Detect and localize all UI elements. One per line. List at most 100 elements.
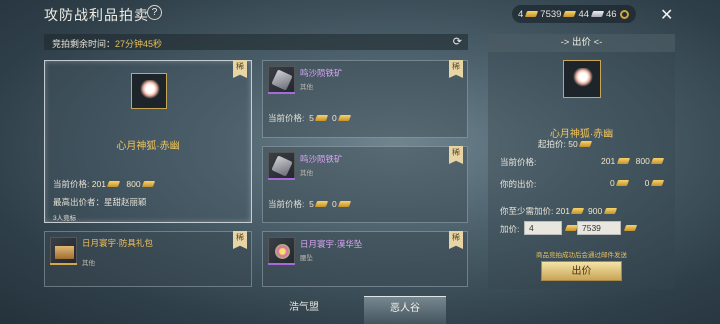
silver-coin-icon xyxy=(590,11,605,17)
gold-coin-icon xyxy=(337,115,352,121)
gold-coin-icon xyxy=(571,208,585,214)
cur-a: 201 xyxy=(601,156,616,166)
price-b: 0 xyxy=(331,199,337,209)
faction-tabs: 浩气盟 恶人谷 xyxy=(44,296,676,324)
gold-coin-icon xyxy=(141,181,156,187)
pendant-icon xyxy=(268,237,295,264)
timer-value: 27分钟45秒 xyxy=(115,39,163,49)
quality-bar xyxy=(268,92,295,94)
current-price-values: 201 800 xyxy=(601,156,665,166)
raise-silver-input[interactable]: 7539 xyxy=(577,221,621,235)
mail-delivery-note: 商品竞拍成功后会通过邮件发送 xyxy=(536,252,627,259)
quality-bar xyxy=(268,263,295,265)
gold-coin-icon xyxy=(603,208,617,214)
rarity-badge: 稀 xyxy=(449,231,463,249)
your-a: 0 xyxy=(610,178,615,188)
fox-pet-icon xyxy=(131,73,167,109)
timer-label: 竞拍剩余时间： xyxy=(52,39,116,49)
your-bid-values: 0 0 xyxy=(610,178,664,188)
gold-coin-icon xyxy=(616,158,630,164)
currency-b: 7539 xyxy=(540,8,562,20)
top-bidder: 最高出价者：星甜赵丽颖 xyxy=(53,197,147,207)
item-name: 日月寰宇·漠华坠 xyxy=(300,239,363,249)
gold-coin-icon xyxy=(579,141,593,147)
your-b: 0 xyxy=(644,178,650,188)
page-title: 攻防战利品拍卖 xyxy=(44,7,149,23)
raise-label: 加价: xyxy=(500,224,520,234)
min-a: 201 xyxy=(555,206,570,216)
bidder-count: 3人竞标 xyxy=(53,215,77,222)
refresh-icon[interactable]: ⟳ xyxy=(453,35,462,48)
tab-haoqi[interactable]: 浩气盟 xyxy=(244,296,364,324)
your-bid-label: 你的出价: xyxy=(500,179,537,189)
currency-d: 46 xyxy=(606,8,617,20)
gold-coin-icon xyxy=(315,201,329,207)
top-bar: 攻防战利品拍卖 ? 4 7539 44 46 ✕ xyxy=(0,0,720,28)
price-b: 800 xyxy=(126,179,141,189)
ore-icon xyxy=(268,152,295,179)
price-label: 当前价格: xyxy=(268,199,305,209)
currency-c: 44 xyxy=(578,8,590,20)
fox-pet-icon xyxy=(563,60,601,98)
gold-coin-icon xyxy=(650,180,664,186)
item-category: 其他 xyxy=(300,84,313,91)
currency-bar: 4 7539 44 46 xyxy=(512,5,636,23)
min-raise-line: 你至少需加价: 201 900 xyxy=(500,205,617,217)
countdown-bar: 竞拍剩余时间：27分钟45秒 ⟳ xyxy=(44,34,468,50)
item-card[interactable]: 稀 鸣沙陨铁矿 其他 当前价格: 5 0 xyxy=(262,146,468,223)
min-raise-label: 你至少需加价: xyxy=(500,206,554,216)
item-card[interactable]: 稀 日月寰宇·防具礼包 其他 xyxy=(44,231,252,287)
gold-coin-icon xyxy=(107,181,121,187)
rarity-badge: 稀 xyxy=(449,146,463,164)
price-line: 当前价格: 201 800 xyxy=(53,178,156,190)
help-button[interactable]: ? xyxy=(147,5,162,20)
bid-panel-title-text: 出价 xyxy=(571,37,591,48)
start-price-label: 起拍价: xyxy=(538,139,566,149)
gold-coin-icon xyxy=(623,225,638,231)
price-line: 当前价格: 5 0 xyxy=(268,198,352,210)
item-name: 鸣沙陨铁矿 xyxy=(300,154,343,164)
bid-panel: -> 出价 <- 心月神狐·赤幽 起拍价: 50 当前价格: 201 800 你… xyxy=(488,34,675,289)
price-a: 5 xyxy=(309,199,314,209)
gold-coin-icon xyxy=(651,158,665,164)
price-a: 201 xyxy=(91,179,106,189)
price-b: 0 xyxy=(331,113,337,123)
item-name: 鸣沙陨铁矿 xyxy=(300,68,343,78)
gold-coin-icon xyxy=(563,11,577,17)
close-icon[interactable]: ✕ xyxy=(660,5,673,25)
start-price-value: 50 xyxy=(568,139,578,149)
item-name: 心月神狐·赤幽 xyxy=(116,141,180,152)
item-card[interactable]: 稀 日月寰宇·漠华坠 腰坠 xyxy=(262,231,468,287)
start-price-line: 起拍价: 50 xyxy=(538,138,593,150)
price-label: 当前价格: xyxy=(268,113,305,123)
price-a: 5 xyxy=(309,113,314,123)
gold-coin-icon xyxy=(616,180,630,186)
tab-eren[interactable]: 恶人谷 xyxy=(364,296,446,324)
price-line: 当前价格: 5 0 xyxy=(268,112,352,124)
rarity-badge: 稀 xyxy=(449,60,463,78)
raise-gold-input[interactable]: 4 xyxy=(524,221,562,235)
currency-a: 4 xyxy=(518,8,524,20)
item-category: 其他 xyxy=(82,260,95,267)
bid-button[interactable]: 出价 xyxy=(541,261,622,281)
ore-icon xyxy=(268,66,295,93)
gold-coin-icon xyxy=(337,201,352,207)
gift-box-icon xyxy=(50,237,77,264)
gold-coin-icon xyxy=(525,11,539,17)
ring-coin-icon xyxy=(619,9,629,19)
current-price-label: 当前价格: xyxy=(500,157,537,167)
rarity-badge: 稀 xyxy=(233,60,247,78)
quality-bar xyxy=(50,263,77,265)
featured-item-card[interactable]: 稀 心月神狐·赤幽 当前价格: 201 800 最高出价者：星甜赵丽颖 3人竞标 xyxy=(44,60,252,223)
price-label: 当前价格: xyxy=(53,179,90,189)
gold-coin-icon xyxy=(315,115,329,121)
item-card[interactable]: 稀 鸣沙陨铁矿 其他 当前价格: 5 0 xyxy=(262,60,468,138)
cur-b: 800 xyxy=(635,156,650,166)
item-category: 腰坠 xyxy=(300,255,313,262)
min-b: 900 xyxy=(588,206,603,216)
bid-panel-title: -> 出价 <- xyxy=(488,34,675,52)
item-category: 其他 xyxy=(300,170,313,177)
item-name: 日月寰宇·防具礼包 xyxy=(82,238,153,248)
quality-bar xyxy=(268,178,295,180)
rarity-badge: 稀 xyxy=(233,231,247,249)
